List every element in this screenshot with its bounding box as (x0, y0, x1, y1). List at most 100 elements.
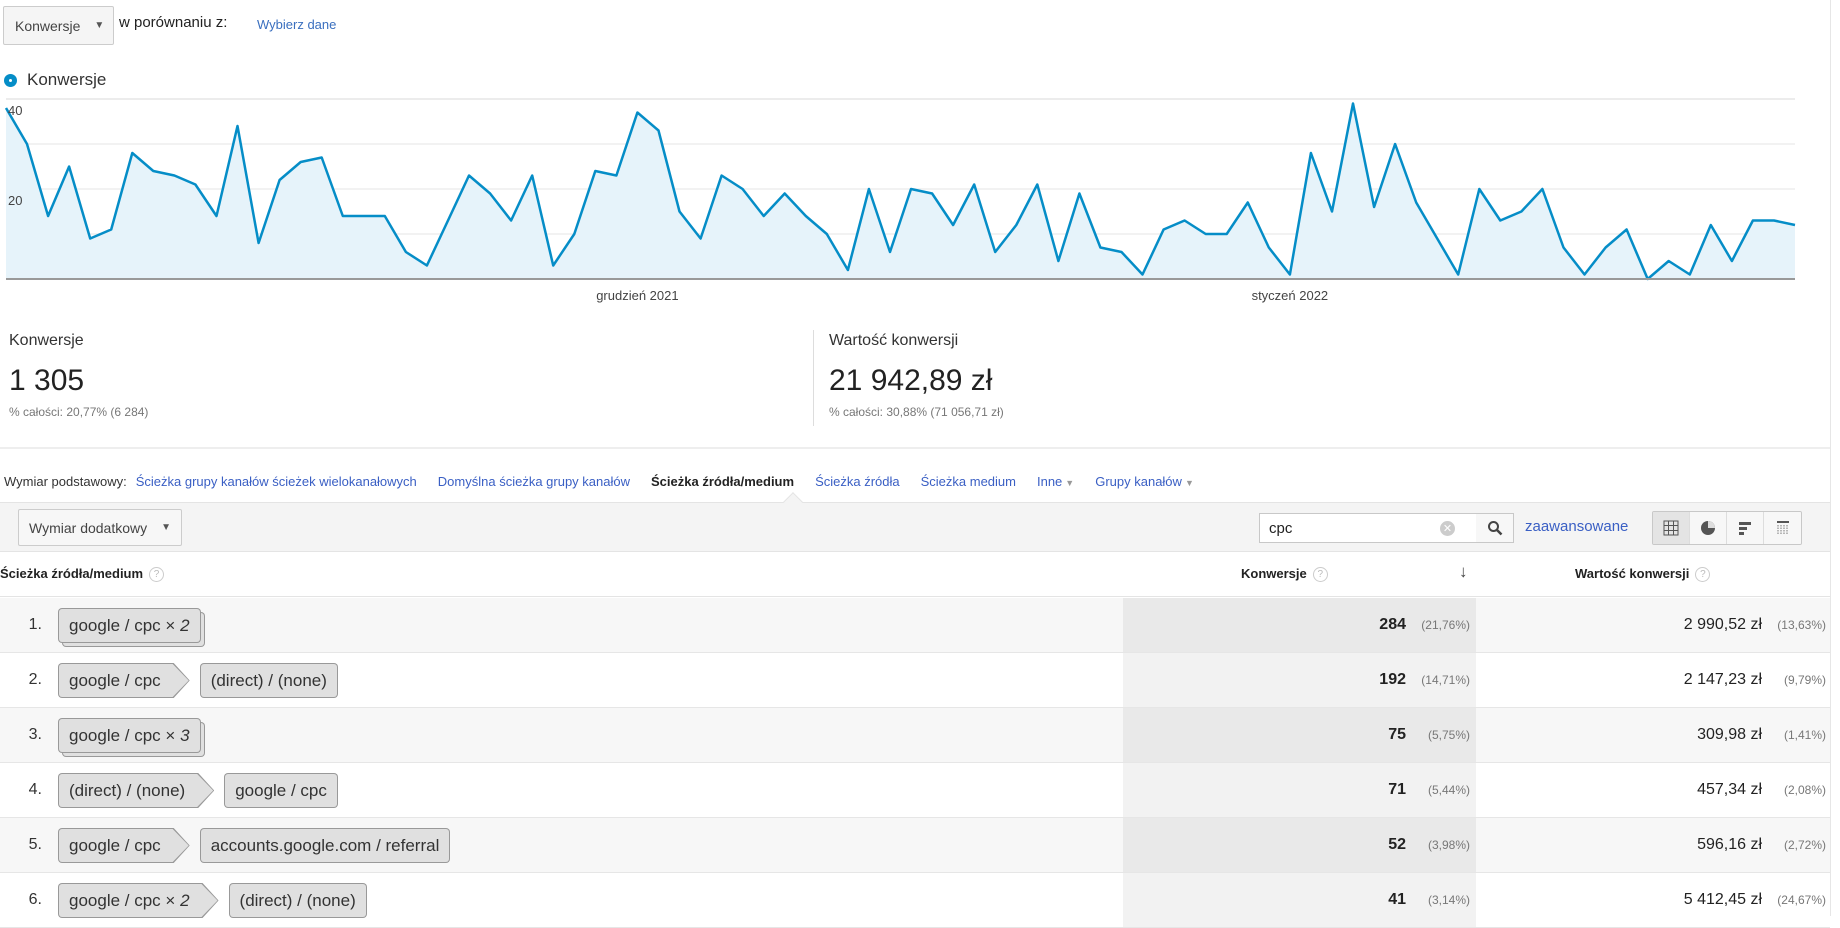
path-step-chip: google / cpc (224, 773, 338, 808)
search-input[interactable] (1260, 519, 1440, 537)
chart-legend: Konwersje (4, 70, 106, 90)
conversion-value-pct: (2,08%) (1783, 783, 1826, 797)
chip-label: google / cpc (69, 670, 161, 690)
chevron-down-icon: ▼ (161, 522, 172, 533)
path-chips: google / cpc × 2 (direct) / (none) (58, 883, 367, 918)
dimension-label: Domyślna ścieżka grupy kanałów (437, 474, 630, 489)
conversion-value: 5 412,45 zł (1683, 891, 1762, 908)
path-step-chip: google / cpc (58, 663, 190, 698)
help-icon[interactable]: ? (149, 567, 165, 583)
conversions-cell: 52 (3,98%) (1123, 818, 1476, 872)
summary-value: 1 305 (9, 364, 85, 397)
help-icon[interactable]: ? (1695, 567, 1711, 583)
grid-icon (1663, 520, 1679, 536)
table-view-button[interactable] (1653, 512, 1690, 544)
path-step-chip: (direct) / (none) (58, 773, 214, 808)
dimension-link[interactable]: Domyślna ścieżka grupy kanałów (438, 474, 630, 489)
view-switcher (1652, 511, 1802, 545)
clear-icon[interactable]: ✕ (1440, 520, 1455, 536)
header-path-label: Ścieżka źródła/medium (0, 566, 144, 581)
conversions-value: 284 (1379, 616, 1406, 633)
search-icon (1487, 521, 1502, 536)
conversions-pct: (5,75%) (1427, 728, 1470, 742)
dimension-link[interactable]: Inne ▼ (1037, 474, 1074, 489)
chevron-down-icon: ▼ (94, 20, 105, 31)
chevron-down-icon: ▼ (1065, 478, 1075, 488)
conversion-value-cell: 457,34 zł (2,08%) (1476, 763, 1830, 817)
metric-dropdown[interactable]: Konwersje ▼ (3, 6, 114, 45)
table-row[interactable]: 1. google / cpc × 2 284 (21,76%) 2 990,52 zł… (0, 598, 1830, 653)
dimension-label: Ścieżka medium (920, 474, 1016, 489)
header-conversion-value[interactable]: Wartość konwersji? (1575, 566, 1711, 583)
conversion-value-cell: 309,98 zł (1,41%) (1476, 708, 1830, 762)
secondary-dimension-dropdown[interactable]: Wymiar dodatkowy ▼ (18, 509, 182, 546)
help-icon[interactable]: ? (1312, 567, 1328, 583)
conversions-value: 192 (1379, 671, 1406, 688)
conversions-cell: 284 (21,76%) (1123, 598, 1476, 652)
row-number: 2. (28, 671, 42, 688)
header-conversions-label: Konwersje (1241, 566, 1307, 581)
advanced-filter-link[interactable]: zaawansowane (1525, 518, 1628, 535)
summary-conversion-value: Wartość konwersji 21 942,89 zł % całości… (829, 332, 1004, 419)
path-chips: google / cpc × 2 (58, 608, 201, 643)
conversion-value-cell: 5 412,45 zł (24,67%) (1476, 873, 1830, 927)
table-row[interactable]: 5. google / cpc accounts.google.com / refe… (0, 818, 1830, 873)
summary-label: Konwersje (9, 332, 84, 349)
dimension-label: Ścieżka źródła/medium (651, 474, 795, 489)
header-path[interactable]: Ścieżka źródła/medium? (0, 566, 165, 583)
bar-chart-icon (1739, 522, 1751, 535)
table-row[interactable]: 3. google / cpc × 3 75 (5,75%) 309,98 zł (1,4… (0, 708, 1830, 763)
conversion-value-cell: 596,16 zł (2,72%) (1476, 818, 1830, 872)
performance-view-button[interactable] (1727, 512, 1764, 544)
chip-label: google / cpc (69, 725, 161, 745)
chip-label: google / cpc (235, 780, 327, 800)
chip-times: × (160, 725, 181, 745)
conversions-pct: (14,71%) (1421, 673, 1470, 687)
chip-label: google / cpc (69, 835, 161, 855)
search-button[interactable] (1476, 513, 1514, 543)
legend-label: Konwersje (27, 70, 107, 89)
header-conversions[interactable]: Konwersje? (1241, 566, 1328, 583)
chip-label: google / cpc (69, 615, 161, 635)
conversions-cell: 41 (3,14%) (1123, 873, 1476, 927)
dimension-label: Ścieżka grupy kanałów ścieżek wielokanał… (135, 474, 417, 489)
chevron-down-icon: ▼ (1184, 478, 1194, 488)
dimension-link[interactable]: Ścieżka grupy kanałów ścieżek wielokanał… (136, 474, 417, 489)
summary-conversions: Konwersje 1 305 % całości: 20,77% (6 284… (9, 332, 148, 419)
path-step-chip: (direct) / (none) (199, 663, 338, 698)
x-tick-label: styczeń 2022 (1252, 288, 1329, 303)
conversion-value-pct: (13,63%) (1777, 618, 1826, 632)
pie-view-button[interactable] (1690, 512, 1727, 544)
sort-desc-icon[interactable]: ↓ (1459, 562, 1468, 582)
table-row[interactable]: 2. google / cpc (direct) / (none) 192 (14,71… (0, 653, 1830, 708)
path-chips: google / cpc × 3 (58, 718, 201, 753)
pivot-icon (1776, 521, 1789, 535)
dimension-link[interactable]: Grupy kanałów ▼ (1095, 474, 1194, 489)
path-chips: google / cpc accounts.google.com / referr… (58, 828, 451, 863)
chip-count: 3 (180, 725, 190, 745)
series-area (6, 103, 1795, 279)
conversion-value-pct: (9,79%) (1783, 673, 1826, 687)
chip-label: (direct) / (none) (239, 890, 356, 910)
conversions-cell: 192 (14,71%) (1123, 653, 1476, 707)
conversions-value: 52 (1388, 836, 1406, 853)
table-row[interactable]: 4. (direct) / (none) google / cpc 71 (5,44%)… (0, 763, 1830, 818)
conversion-value-cell: 2 990,52 zł (13,63%) (1476, 598, 1830, 652)
choose-data-link[interactable]: Wybierz dane (257, 17, 336, 32)
pivot-view-button[interactable] (1764, 512, 1801, 544)
path-chips: (direct) / (none) google / cpc (58, 773, 338, 808)
table-row[interactable]: 6. google / cpc × 2 (direct) / (none) 41 (3,… (0, 873, 1830, 928)
summary-divider (813, 330, 814, 426)
dimension-link[interactable]: Ścieżka medium (921, 474, 1016, 489)
y-tick-label: 40 (8, 103, 22, 118)
path-step-chip: google / cpc × 2 (58, 883, 219, 918)
dimension-link[interactable]: Ścieżka źródła (815, 474, 900, 489)
row-number: 1. (28, 616, 42, 633)
path-chips: google / cpc (direct) / (none) (58, 663, 338, 698)
table-search: ✕ (1259, 513, 1477, 543)
section-divider (0, 447, 1830, 449)
conversion-value-pct: (1,41%) (1783, 728, 1826, 742)
dimension-active-link[interactable]: Ścieżka źródła/medium (651, 474, 794, 489)
path-step-chip: google / cpc (58, 828, 190, 863)
dimension-label: Grupy kanałów (1095, 474, 1182, 489)
